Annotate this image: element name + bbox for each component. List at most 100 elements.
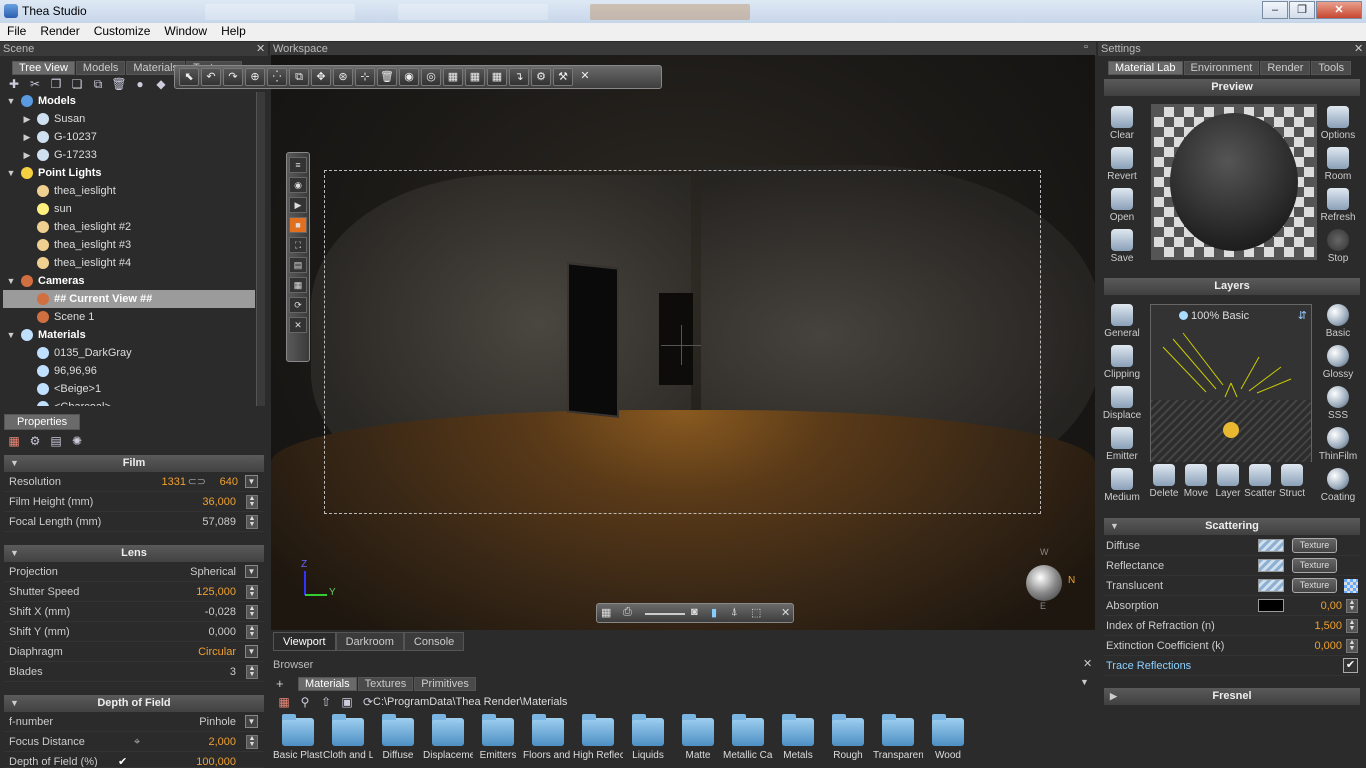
- cut-icon[interactable]: ✂: [27, 77, 43, 91]
- camera-icon[interactable]: ⎙: [623, 606, 632, 619]
- material-folder[interactable]: Displaceme: [423, 714, 473, 761]
- group-icon[interactable]: ◆: [153, 77, 169, 91]
- expand-icon[interactable]: ▶: [21, 110, 33, 128]
- chevron-down-icon[interactable]: ▼: [245, 645, 258, 658]
- tree-item[interactable]: 96,96,96: [3, 362, 255, 380]
- grid-icon[interactable]: ▦: [443, 68, 463, 86]
- maximize-icon[interactable]: ▫: [1084, 41, 1088, 53]
- refresh-icon[interactable]: ⟳: [289, 297, 307, 313]
- aperture-icon[interactable]: ✺: [69, 434, 85, 448]
- settings-icon[interactable]: ⚙: [531, 68, 551, 86]
- diaphragm-select[interactable]: Circular: [198, 642, 236, 662]
- checker-icon[interactable]: [1344, 579, 1358, 593]
- camera-props-icon[interactable]: ⚙: [27, 434, 43, 448]
- clear-button[interactable]: Clear: [1102, 106, 1142, 141]
- shift-y-field[interactable]: 0,000: [208, 622, 236, 642]
- absorption-field[interactable]: 0,00: [1321, 596, 1342, 616]
- stop-button[interactable]: Stop: [1318, 229, 1358, 264]
- expand-icon[interactable]: ▶: [21, 146, 33, 164]
- material-folder[interactable]: Floors and T: [523, 714, 573, 761]
- tab-darkroom[interactable]: Darkroom: [335, 632, 404, 651]
- material-folder[interactable]: Transparent: [873, 714, 923, 761]
- extinction-field[interactable]: 0,000: [1314, 636, 1342, 656]
- close-icon[interactable]: ✕: [256, 42, 265, 55]
- chevron-down-icon[interactable]: ▼: [245, 565, 258, 578]
- tab-properties[interactable]: Properties: [4, 414, 81, 430]
- frame-icon[interactable]: ▮: [711, 606, 717, 619]
- instances-icon[interactable]: ⧉: [289, 68, 309, 86]
- tab-material-lab[interactable]: Material Lab: [1108, 61, 1183, 75]
- menu-help[interactable]: Help: [214, 23, 253, 41]
- material-folder[interactable]: Metals: [776, 714, 820, 761]
- tree-item[interactable]: ▼ Models: [3, 92, 255, 110]
- close-icon[interactable]: ✕: [575, 68, 595, 86]
- clapper-icon[interactable]: ▤: [48, 434, 64, 448]
- grid-icon[interactable]: ▦: [487, 68, 507, 86]
- film-icon[interactable]: ▦: [6, 434, 22, 448]
- save-icon[interactable]: ▤: [289, 257, 307, 273]
- material-folder[interactable]: Wood: [926, 714, 970, 761]
- record-icon[interactable]: ◉: [289, 177, 307, 193]
- align-icon[interactable]: ⍋: [731, 606, 738, 619]
- snap-icon[interactable]: ⁛: [267, 68, 287, 86]
- material-folder[interactable]: Rough: [826, 714, 870, 761]
- material-folder[interactable]: Liquids: [626, 714, 670, 761]
- basic-button[interactable]: Basic: [1318, 304, 1358, 339]
- stepper-icon[interactable]: ▲ ▼: [246, 585, 258, 599]
- tree-item[interactable]: Scene 1: [3, 308, 255, 326]
- sss-button[interactable]: SSS: [1318, 386, 1358, 421]
- displace-button[interactable]: Displace: [1102, 386, 1142, 421]
- material-folder[interactable]: Metallic Car: [723, 714, 773, 761]
- stop-icon[interactable]: ■: [289, 217, 307, 233]
- dof-percent-field[interactable]: 100,000: [196, 752, 236, 767]
- scene-tree[interactable]: ▼ Models ▶ Susan ▶ G-10237 ▶ G-17233 ▼ Point Ligh…: [3, 92, 255, 406]
- options-button[interactable]: Options: [1318, 106, 1358, 141]
- stepper-icon[interactable]: ▲ ▼: [246, 495, 258, 509]
- eye-icon[interactable]: ◉: [399, 68, 419, 86]
- stepper-icon[interactable]: ▲ ▼: [246, 625, 258, 639]
- room-button[interactable]: Room: [1318, 147, 1358, 182]
- emitter-button[interactable]: Emitter: [1102, 427, 1142, 462]
- tab-tree-view[interactable]: Tree View: [12, 61, 75, 75]
- material-folder[interactable]: Matte: [676, 714, 720, 761]
- hide-icon[interactable]: ◎: [421, 68, 441, 86]
- redo-icon[interactable]: ↷: [223, 68, 243, 86]
- stepper-icon[interactable]: ▲ ▼: [1346, 599, 1358, 613]
- move-icon[interactable]: ✥: [311, 68, 331, 86]
- save-button[interactable]: Save: [1102, 229, 1142, 264]
- menu-customize[interactable]: Customize: [87, 23, 158, 41]
- favorites-icon[interactable]: ▣: [339, 695, 355, 709]
- close-icon[interactable]: ✕: [1083, 657, 1092, 670]
- diffuse-texture-button[interactable]: Texture: [1292, 538, 1337, 553]
- layer-settings-icon[interactable]: ⇵: [1298, 309, 1307, 322]
- fit-icon[interactable]: ⛶: [289, 237, 307, 253]
- play-icon[interactable]: ▶: [289, 197, 307, 213]
- tree-item[interactable]: sun: [3, 200, 255, 218]
- tree-item[interactable]: <Beige>1: [3, 380, 255, 398]
- paste-icon[interactable]: ❏: [69, 77, 85, 91]
- menu-window[interactable]: Window: [157, 23, 214, 41]
- glossy-button[interactable]: Glossy: [1318, 345, 1358, 380]
- delete-icon[interactable]: 🗑: [377, 68, 397, 86]
- shift-x-field[interactable]: -0,028: [205, 602, 236, 622]
- tree-item[interactable]: ▶ G-10237: [3, 128, 255, 146]
- thumbnails-icon[interactable]: ▦: [276, 695, 292, 709]
- diffuse-swatch[interactable]: [1258, 539, 1284, 552]
- shutter-field[interactable]: 125,000: [196, 582, 236, 602]
- lens-section[interactable]: ▼ Lens: [4, 545, 264, 562]
- add-icon[interactable]: ✚: [6, 77, 22, 91]
- maximize-button[interactable]: ❐: [1289, 1, 1315, 19]
- translucent-texture-button[interactable]: Texture: [1292, 578, 1337, 593]
- thinfilm-button[interactable]: ThinFilm: [1318, 427, 1358, 462]
- translucent-swatch[interactable]: [1258, 579, 1284, 592]
- search-icon[interactable]: ⚲: [297, 695, 313, 709]
- scale-icon[interactable]: ⊹: [355, 68, 375, 86]
- menu-file[interactable]: File: [0, 23, 33, 41]
- tab-viewport[interactable]: Viewport: [273, 632, 336, 651]
- stepper-icon[interactable]: ▲ ▼: [246, 735, 258, 749]
- close-icon[interactable]: ✕: [781, 606, 790, 619]
- open-button[interactable]: Open: [1102, 188, 1142, 223]
- stepper-icon[interactable]: ▲ ▼: [246, 515, 258, 529]
- stepper-icon[interactable]: ▲ ▼: [246, 665, 258, 679]
- fresnel-section[interactable]: ▶ Fresnel: [1104, 688, 1360, 705]
